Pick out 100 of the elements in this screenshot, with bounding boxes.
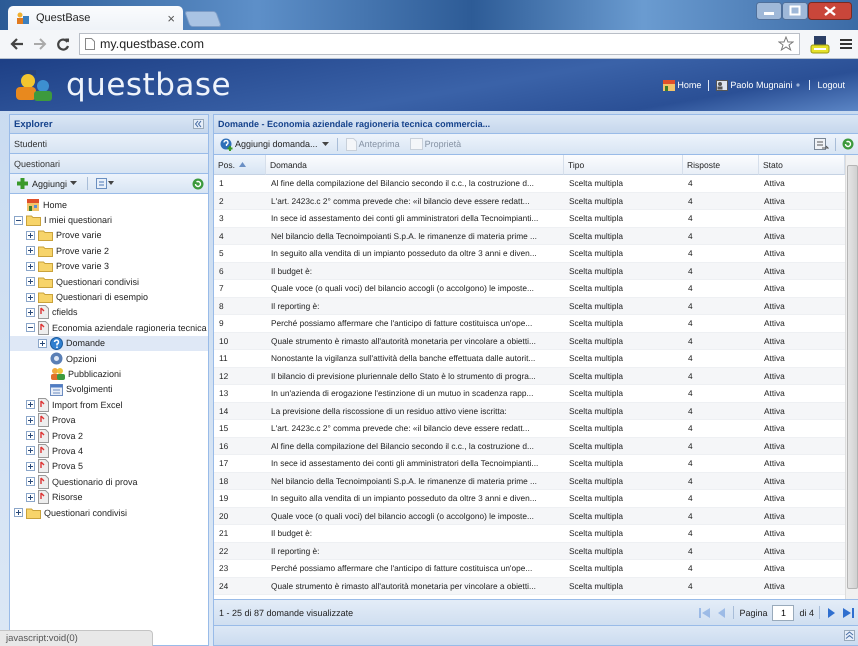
column-header[interactable]: Stato [759,155,845,175]
expand-icon[interactable] [26,431,35,440]
tree-item[interactable]: Opzioni [10,350,208,366]
next-page-icon[interactable] [825,606,837,618]
table-cell: Attiva [759,438,845,455]
table-cell: 4 [683,402,759,420]
expand-icon[interactable] [26,446,35,456]
expand-icon[interactable] [26,462,35,471]
extension-icon[interactable] [809,33,831,55]
collapse-left-icon[interactable] [193,119,204,129]
collapse-icon[interactable] [26,323,35,332]
header-link[interactable]: Logout [809,80,852,90]
tree-item[interactable]: Pubblicazioni [10,366,208,382]
pager-summary: 1 - 25 di 87 domande visualizzate [219,608,354,618]
tree-item[interactable]: Prove varie 3 [10,258,208,274]
folder-icon [38,229,53,242]
tree-item[interactable]: Economia aziendale ragioneria tecnica [10,320,208,336]
column-header[interactable]: Domanda [266,155,564,175]
table-cell: 4 [683,228,759,245]
table-cell: Attiva [759,192,845,210]
accordion-header[interactable]: Questionari [10,154,208,174]
folder-icon [38,291,53,304]
scrollbar[interactable] [845,155,858,599]
table-cell: Scelta multipla [564,578,683,595]
tree-item[interactable]: Questionari condivisi [10,274,208,290]
menu-icon[interactable] [840,38,852,50]
table-cell: Quale strumento è rimasto all'autorità monetaria per vincolare a obietti... [266,332,564,350]
page-field[interactable]: 1 [772,604,794,620]
tree-item[interactable]: Svolgimenti [10,382,208,398]
document-icon [38,428,49,443]
reload-icon[interactable] [56,37,70,51]
tree-item[interactable]: Domande [10,336,208,351]
table-cell: Attiva [759,298,845,315]
table-cell: Attiva [759,578,845,595]
caret-icon [320,142,329,146]
back-icon[interactable] [10,38,24,50]
question-icon [50,336,63,350]
table-cell: Il reporting è: [266,542,564,560]
expand-icon[interactable] [26,246,35,256]
people-icon [16,12,30,24]
expand-icon[interactable] [26,277,35,286]
minimize-icon[interactable] [756,2,782,20]
tree-item[interactable]: Prova 4 [10,443,208,459]
tree-item[interactable]: Risorse [10,489,208,505]
tree-item[interactable]: Prova 2 [10,428,208,444]
people-icon [50,367,65,380]
expand-icon[interactable] [26,416,35,425]
collapse-icon[interactable] [14,216,23,225]
expand-icon[interactable] [26,308,35,317]
last-page-icon[interactable] [842,606,854,618]
tree-item[interactable]: Prove varie 2 [10,243,208,259]
expand-icon[interactable] [26,230,35,240]
tree-item[interactable]: Prova 5 [10,458,208,474]
close-tab-button[interactable]: × [167,10,175,26]
status-bubble: javascript:void(0) [0,630,153,646]
header-link[interactable]: Home [656,80,708,90]
star-icon[interactable] [778,36,794,52]
table-cell: 16 [214,438,266,455]
view-menu-icon[interactable] [96,178,114,189]
header-link[interactable]: Paolo Mugnaini [708,80,810,90]
table-cell: Scelta multipla [564,332,683,350]
house-icon [26,198,40,211]
expand-icon[interactable] [26,292,35,302]
tree-item[interactable]: Questionari condivisi [10,504,208,520]
folder-icon [38,260,53,272]
toolbar-button[interactable]: Aggiungi domanda... [218,136,331,152]
tree-item[interactable]: I miei questionari [10,212,208,228]
export-icon[interactable] [814,138,829,150]
expand-up-icon[interactable] [844,630,855,641]
expand-icon[interactable] [14,508,23,517]
refresh-icon[interactable] [192,178,204,190]
user-card-icon [716,80,728,90]
tree-item[interactable]: Prove varie [10,228,208,244]
tree-item[interactable]: Home [10,197,208,212]
expand-icon[interactable] [26,477,35,486]
column-header[interactable]: Tipo [564,155,683,175]
tree-item[interactable]: Questionario di prova [10,474,208,490]
tree-item[interactable]: cfields [10,304,208,320]
table-cell: 10 [214,332,266,350]
expand-icon[interactable] [26,492,35,502]
column-header[interactable]: Risposte [683,155,759,175]
refresh-icon[interactable] [842,138,854,150]
table-cell: Scelta multipla [564,508,683,525]
table-cell: 4 [683,472,759,490]
close-icon[interactable] [808,2,852,20]
tree-item[interactable]: Prova [10,412,208,428]
table-cell: 24 [214,578,266,595]
table-cell: 4 [683,262,759,280]
accordion-header[interactable]: Studenti [10,134,208,154]
browser-tab[interactable]: QuestBase × [8,6,183,30]
expand-icon[interactable] [26,400,35,410]
tree-item[interactable]: Questionari di esempio [10,289,208,305]
maximize-icon[interactable] [782,2,808,20]
expand-icon[interactable] [38,338,47,348]
tree-item[interactable]: Import from Excel [10,397,208,412]
table-cell: 4 [683,298,759,315]
column-header[interactable]: Pos. [214,155,266,175]
table-cell: 4 [683,438,759,455]
expand-icon[interactable] [26,262,35,271]
address-bar[interactable]: my.questbase.com [79,33,800,55]
